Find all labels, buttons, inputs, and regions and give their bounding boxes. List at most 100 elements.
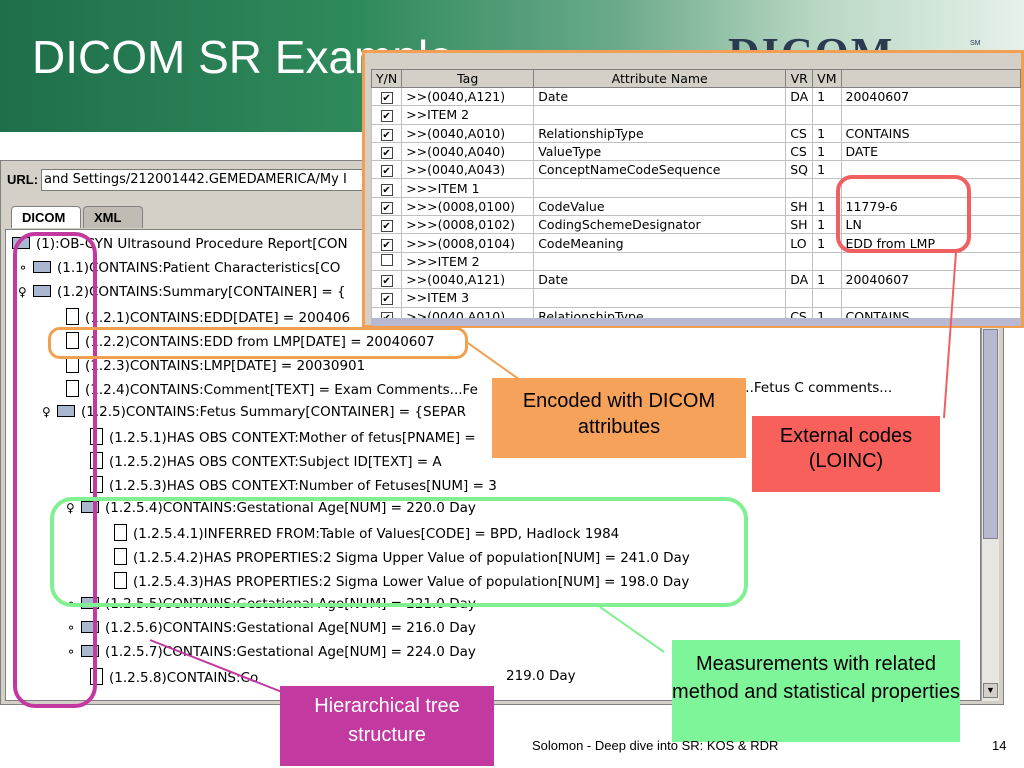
attribute-table-row[interactable]: ✔ >>ITEM 3 (370, 288, 1022, 308)
checkbox-cell: ✔ (370, 196, 403, 217)
url-label: URL: (7, 172, 39, 187)
attribute-table-row[interactable]: >>>ITEM 2 (370, 251, 1022, 271)
tree-node-label: (1.2.5)CONTAINS:Fetus Summary[CONTAINER]… (81, 404, 466, 420)
vr-cell: SH (785, 196, 814, 217)
row-checkbox[interactable]: ✔ (380, 220, 393, 233)
vr-cell: LO (785, 233, 814, 253)
tree-node[interactable]: (1.2.5.1)HAS OBS CONTEXT:Mother of fetus… (90, 428, 476, 450)
slide-page-number: 14 (992, 738, 1007, 753)
dicom-logo-trademark: SM (970, 40, 981, 47)
slide-footer: Solomon - Deep dive into SR: KOS & RDR (532, 738, 779, 753)
tab-dicom[interactable]: DICOM (11, 206, 81, 228)
row-checkbox[interactable]: ✔ (380, 293, 393, 306)
tree-node-label: (1.2)CONTAINS:Summary[CONTAINER] = { (57, 284, 346, 300)
scroll-down-arrow-icon[interactable]: ▼ (983, 683, 998, 698)
tree-node-label: (1.2.5.1)HAS OBS CONTEXT:Mother of fetus… (109, 430, 476, 446)
vm-cell (812, 105, 842, 125)
column-header-vm[interactable]: VM (812, 69, 842, 88)
checkbox-cell: ✔ (370, 141, 403, 162)
vm-cell: 1 (812, 123, 842, 143)
vm-cell: 1 (812, 141, 842, 162)
tree-node-label: (1.2.4)CONTAINS:Comment[TEXT] = Exam Com… (85, 382, 478, 398)
tree-node-label: (1.1)CONTAINS:Patient Characteristics[CO (57, 260, 341, 276)
row-checkbox[interactable]: ✔ (380, 110, 393, 123)
vr-cell: SQ (785, 160, 814, 180)
gestational-age-highlight-outline (50, 497, 748, 607)
vr-cell (785, 251, 814, 271)
callout-hierarchical-tree-structure: Hierarchical tree structure (280, 686, 494, 766)
tree-node[interactable]: ♀ (1.2.5)CONTAINS:Fetus Summary[CONTAINER… (42, 404, 466, 426)
tab-xml[interactable]: XML (83, 206, 143, 228)
row-checkbox[interactable]: ✔ (380, 165, 393, 178)
column-header-tag[interactable]: Tag (401, 69, 535, 88)
attribute-name-cell (533, 251, 787, 271)
url-input[interactable]: and Settings/212001442.GEMEDAMERICA/My I (41, 169, 369, 191)
column-header-attribute-name[interactable]: Attribute Name (533, 69, 787, 88)
row-checkbox[interactable]: ✔ (380, 147, 393, 160)
vr-cell: DA (785, 269, 814, 290)
vr-cell (785, 105, 814, 125)
tag-cell: >>(0040,A010) (401, 123, 535, 143)
hierarchy-highlight-outline (13, 232, 97, 708)
tag-cell: >>ITEM 2 (401, 105, 535, 125)
tree-node-label: (1.2.5.6)CONTAINS:Gestational Age[NUM] =… (105, 620, 476, 636)
attribute-table-row[interactable]: ✔ >>(0040,A121) Date DA 1 20040607 (370, 86, 1022, 107)
attribute-name-cell (533, 105, 787, 125)
loinc-codes-highlight-outline (836, 175, 971, 253)
attribute-table-horizontal-scrollbar[interactable] (371, 318, 1021, 326)
column-header-yn[interactable]: Y/N (370, 69, 403, 88)
checkbox-cell: ✔ (370, 86, 403, 107)
callout-external-codes-loinc: External codes (LOINC) (752, 416, 940, 492)
row-checkbox[interactable]: ✔ (380, 201, 393, 214)
attribute-table-row[interactable]: ✔ >>ITEM 2 (370, 105, 1022, 125)
value-cell (840, 288, 1022, 308)
edd-row-highlight-outline (48, 327, 468, 359)
row-checkbox[interactable]: ✔ (380, 275, 393, 288)
value-cell: 20040607 (840, 86, 1022, 107)
tree-node-label: (1.2.3)CONTAINS:LMP[DATE] = 20030901 (85, 358, 366, 374)
tree-node[interactable]: (1.2.5.3)HAS OBS CONTEXT:Number of Fetus… (90, 476, 497, 498)
tag-cell: >>(0040,A043) (401, 160, 535, 180)
column-header-vr[interactable]: VR (785, 69, 814, 88)
vm-cell: 1 (812, 160, 842, 180)
tree-node[interactable]: (1.2.4)CONTAINS:Comment[TEXT] = Exam Com… (66, 380, 478, 402)
checkbox-cell: ✔ (370, 215, 403, 235)
tree-node[interactable]: ⚬ (1.2.5.6)CONTAINS:Gestational Age[NUM] … (66, 620, 476, 642)
row-checkbox[interactable] (380, 253, 393, 266)
tree-node[interactable]: (1.2.5.2)HAS OBS CONTEXT:Subject ID[TEXT… (90, 452, 442, 474)
checkbox-cell: ✔ (370, 288, 403, 308)
tree-node-label: (1.2.1)CONTAINS:EDD[DATE] = 200406 (85, 310, 351, 326)
attribute-name-cell: CodeValue (533, 196, 787, 217)
attribute-name-cell: CodeMeaning (533, 233, 787, 253)
vm-cell (812, 288, 842, 308)
tree-node-comment-tail: ...Fetus C comments... (741, 380, 893, 396)
attribute-name-cell: CodingSchemeDesignator (533, 215, 787, 235)
tag-cell: >>>(0008,0100) (401, 196, 535, 217)
tag-cell: >>ITEM 3 (401, 288, 535, 308)
attribute-name-cell: Date (533, 269, 787, 290)
row-checkbox[interactable]: ✔ (380, 92, 393, 105)
callout-measurements: Measurements with related method and sta… (672, 640, 960, 742)
attribute-table-row[interactable]: ✔ >>(0040,A010)RelationshipTypeCS1CONTAIN… (370, 123, 1022, 143)
row-checkbox[interactable]: ✔ (380, 128, 393, 141)
attribute-name-cell: ConceptNameCodeSequence (533, 160, 787, 180)
value-cell (840, 251, 1022, 271)
checkbox-cell: ✔ (370, 269, 403, 290)
row-checkbox[interactable]: ✔ (380, 183, 393, 196)
tree-node-label: (1.2.5.3)HAS OBS CONTEXT:Number of Fetus… (109, 478, 497, 494)
vr-cell: SH (785, 215, 814, 235)
vr-cell: DA (785, 86, 814, 107)
tree-node[interactable]: (1.2.3)CONTAINS:LMP[DATE] = 20030901 (66, 356, 365, 378)
checkbox-cell: ✔ (370, 105, 403, 125)
attribute-table-row[interactable]: ✔ >>(0040,A121) Date DA 1 20040607 (370, 269, 1022, 290)
attribute-name-cell (533, 288, 787, 308)
vr-cell (785, 288, 814, 308)
checkbox-cell: ✔ (370, 160, 403, 180)
tree-node[interactable]: ⚬ (1.2.5.7)CONTAINS:Gestational Age[NUM] … (66, 644, 476, 666)
attribute-table-row[interactable]: ✔ >>(0040,A040) ValueType CS 1 DATE (370, 141, 1022, 162)
row-checkbox[interactable]: ✔ (380, 238, 393, 251)
tree-node[interactable]: (1.2.5.8)CONTAINS:Co (90, 668, 258, 690)
attribute-name-cell: Date (533, 86, 787, 107)
checkbox-cell: ✔ (370, 178, 403, 198)
scroll-thumb[interactable] (983, 329, 998, 539)
